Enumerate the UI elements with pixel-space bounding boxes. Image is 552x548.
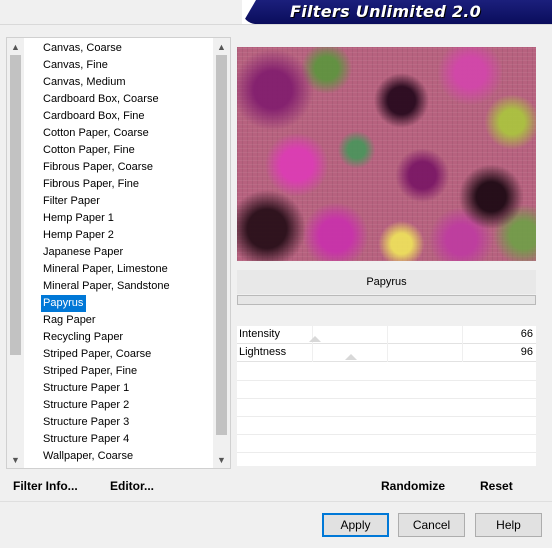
- filter-list-scroll-thumb[interactable]: [216, 55, 227, 435]
- scroll-down-icon[interactable]: ▼: [213, 451, 230, 468]
- apply-button[interactable]: Apply: [322, 513, 389, 537]
- empty-parameter-slot: [237, 434, 536, 435]
- filter-label: Wallpaper, Coarse: [43, 450, 134, 462]
- filter-label: Cotton Paper, Fine: [43, 144, 135, 156]
- cancel-button[interactable]: Cancel: [398, 513, 465, 537]
- filter-label: Cardboard Box, Coarse: [43, 93, 159, 105]
- reset-button[interactable]: Reset: [480, 479, 513, 493]
- filter-list-item[interactable]: Cardboard Box, Coarse: [41, 91, 201, 108]
- dialog-footer: [0, 501, 552, 548]
- filter-list-item[interactable]: Recycling Paper: [41, 329, 201, 346]
- filter-label: Fibrous Paper, Fine: [43, 178, 139, 190]
- filter-label: Canvas, Coarse: [43, 42, 122, 54]
- filter-label: Structure Paper 4: [43, 433, 130, 445]
- intensity-label: Intensity: [239, 328, 280, 340]
- slider-tick: [387, 344, 388, 362]
- filter-label: Canvas, Fine: [43, 59, 108, 71]
- filter-list-item[interactable]: Filter Paper: [41, 193, 201, 210]
- filter-label: Fibrous Paper, Coarse: [43, 161, 154, 173]
- filter-label: Japanese Paper: [43, 246, 124, 258]
- editor-button[interactable]: Editor...: [110, 479, 154, 493]
- filter-list-item[interactable]: Canvas, Coarse: [41, 40, 201, 57]
- filter-list-item[interactable]: Hemp Paper 1: [41, 210, 201, 227]
- top-divider: [0, 24, 552, 25]
- filter-list-item[interactable]: Structure Paper 4: [41, 431, 201, 448]
- filter-label: Cardboard Box, Fine: [43, 110, 145, 122]
- category-scroll-thumb[interactable]: [10, 55, 21, 355]
- filter-label: Structure Paper 1: [43, 382, 130, 394]
- filter-list-item[interactable]: Structure Paper 2: [41, 397, 201, 414]
- scroll-up-icon[interactable]: ▲: [213, 38, 230, 55]
- filter-label: Structure Paper 2: [43, 399, 130, 411]
- filter-label: Canvas, Medium: [43, 76, 126, 88]
- slider-tick: [462, 344, 463, 362]
- filter-list-item[interactable]: Cotton Paper, Coarse: [41, 125, 201, 142]
- filter-list-item[interactable]: Fibrous Paper, Coarse: [41, 159, 201, 176]
- filter-label: Cotton Paper, Coarse: [43, 127, 149, 139]
- filter-label: Mineral Paper, Limestone: [43, 263, 168, 275]
- filter-list-item[interactable]: Fibrous Paper, Fine: [41, 176, 201, 193]
- scroll-down-icon[interactable]: ▼: [7, 451, 24, 468]
- filter-list-item[interactable]: Cotton Paper, Fine: [41, 142, 201, 159]
- filter-label: Rag Paper: [43, 314, 96, 326]
- filter-list-item[interactable]: Striped Paper, Coarse: [41, 346, 201, 363]
- filter-list-item[interactable]: Hemp Paper 2: [41, 227, 201, 244]
- filter-list-item[interactable]: Wallpaper, Coarse: [41, 448, 201, 465]
- filter-list-item[interactable]: Structure Paper 3: [41, 414, 201, 431]
- app-title: Filters Unlimited 2.0: [290, 2, 482, 21]
- filter-list-item[interactable]: Mineral Paper, Sandstone: [41, 278, 201, 295]
- category-scrollbar[interactable]: ▲ ▼: [7, 38, 24, 468]
- filter-list-item[interactable]: Mineral Paper, Limestone: [41, 261, 201, 278]
- empty-parameter-slot: [237, 416, 536, 417]
- empty-parameter-slot: [237, 452, 536, 453]
- filter-list-item[interactable]: Japanese Paper: [41, 244, 201, 261]
- filter-label: Striped Paper, Fine: [43, 365, 138, 377]
- lightness-value: 96: [520, 346, 533, 358]
- filter-label: Recycling Paper: [43, 331, 124, 343]
- filter-label: Hemp Paper 2: [43, 229, 114, 241]
- scroll-up-icon[interactable]: ▲: [7, 38, 24, 55]
- filter-label: Structure Paper 3: [43, 416, 130, 428]
- lightness-slider-marker[interactable]: [344, 354, 357, 360]
- filter-label: Striped Paper, Coarse: [43, 348, 152, 360]
- parameter-row-intensity[interactable]: Intensity 66: [237, 326, 536, 344]
- filter-list[interactable]: Canvas, Coarse Canvas, Fine Canvas, Medium…: [41, 40, 201, 468]
- filter-list-item[interactable]: Canvas, Fine: [41, 57, 201, 74]
- filter-info-button[interactable]: Filter Info...: [13, 479, 78, 493]
- slider-tick: [312, 344, 313, 362]
- selected-filter-label: Papyrus: [41, 295, 87, 312]
- randomize-button[interactable]: Randomize: [381, 479, 445, 493]
- preview-image: [237, 47, 536, 261]
- filter-list-panel: ▲ ▼ Canvas, Coarse Canvas, Fine Canvas, Me…: [6, 37, 231, 469]
- parameter-panel: Intensity 66 Lightness 96: [237, 326, 536, 466]
- filter-label: Mineral Paper, Sandstone: [43, 280, 170, 292]
- lightness-label: Lightness: [239, 346, 287, 358]
- filter-list-item[interactable]: Canvas, Medium: [41, 74, 201, 91]
- intensity-value: 66: [520, 328, 533, 340]
- title-banner: Filters Unlimited 2.0: [242, 0, 552, 24]
- filter-list-item[interactable]: Structure Paper 1: [41, 380, 201, 397]
- filter-list-item[interactable]: Rag Paper: [41, 312, 201, 329]
- empty-parameter-slot: [237, 398, 536, 399]
- filter-list-scrollbar[interactable]: ▲ ▼: [213, 38, 230, 468]
- filter-list-item[interactable]: Cardboard Box, Fine: [41, 108, 201, 125]
- slider-tick: [387, 326, 388, 344]
- parameter-row-lightness[interactable]: Lightness 96: [237, 344, 536, 362]
- filter-label: Hemp Paper 1: [43, 212, 114, 224]
- help-button[interactable]: Help: [475, 513, 542, 537]
- filter-name-label: Papyrus: [237, 270, 536, 294]
- empty-parameter-slot: [237, 380, 536, 381]
- filter-list-item[interactable]: Striped Paper, Fine: [41, 363, 201, 380]
- filter-list-item[interactable]: Papyrus: [41, 295, 201, 312]
- filter-name-bar: [237, 295, 536, 305]
- slider-tick: [462, 326, 463, 344]
- intensity-slider-marker[interactable]: [308, 336, 321, 342]
- filter-label: Filter Paper: [43, 195, 100, 207]
